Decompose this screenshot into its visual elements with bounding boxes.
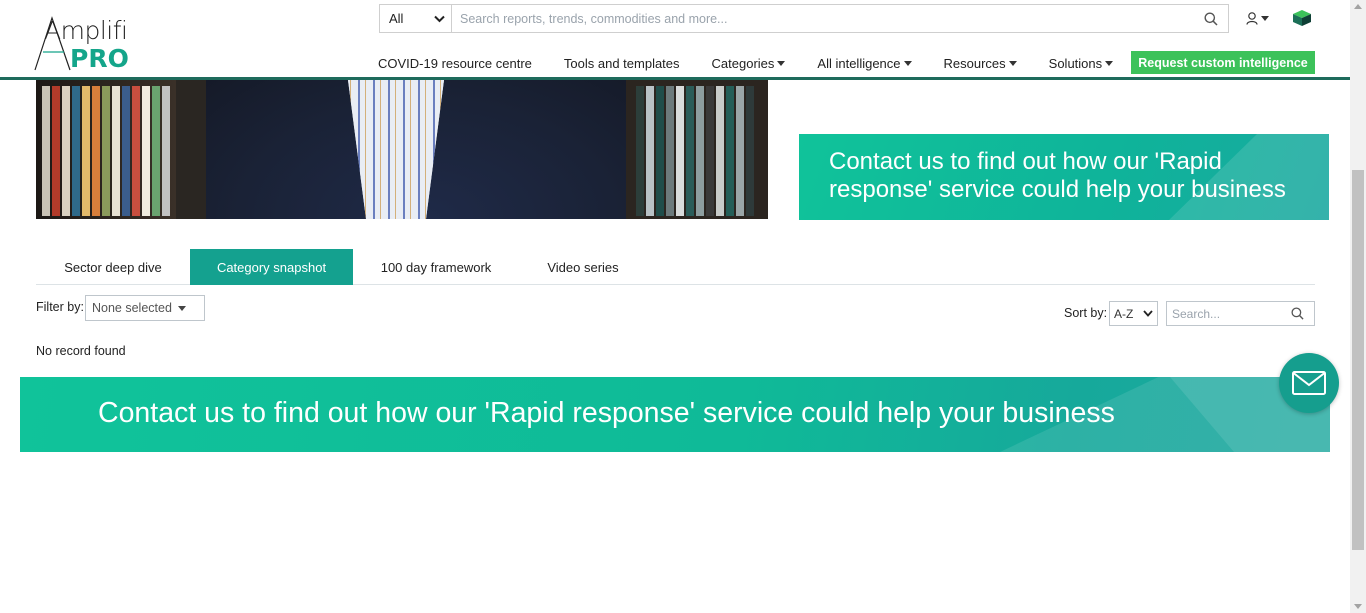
caret-down-icon	[903, 60, 912, 66]
nav-label: Resources	[943, 55, 1006, 71]
search-icon	[1290, 307, 1304, 320]
main-nav: COVID-19 resource centre Tools and templ…	[378, 51, 1145, 75]
logo-text-amplifi: Amplifi	[44, 16, 128, 45]
chevron-down-icon	[1143, 310, 1153, 317]
video-player[interactable]	[36, 80, 768, 219]
search-icon	[1204, 12, 1218, 26]
brand-cube-icon[interactable]	[1292, 9, 1312, 27]
sort-dropdown[interactable]: A-Z	[1109, 301, 1158, 326]
user-menu-button[interactable]	[1246, 8, 1276, 28]
sort-label: Sort by:	[1064, 306, 1108, 320]
caret-down-icon	[777, 60, 786, 66]
scrollbar-thumb[interactable]	[1352, 170, 1364, 550]
caret-down-icon	[178, 305, 186, 311]
nav-label: All intelligence	[817, 55, 901, 71]
caret-down-icon	[1008, 60, 1017, 66]
search-button[interactable]	[1194, 5, 1228, 32]
nav-categories[interactable]: Categories	[712, 56, 786, 71]
contact-mail-button[interactable]	[1279, 353, 1339, 413]
tab-category-snapshot[interactable]: Category snapshot	[190, 249, 353, 285]
caret-down-icon	[1261, 15, 1269, 21]
rapid-response-side-banner[interactable]: Contact us to find out how our 'Rapid re…	[799, 134, 1329, 220]
bookshelf	[42, 86, 170, 216]
page-scrollbar[interactable]	[1350, 0, 1366, 613]
big-banner-text: Contact us to find out how our 'Rapid re…	[98, 397, 1115, 429]
video-frame-background	[36, 80, 176, 219]
global-search-bar: All	[379, 4, 1229, 33]
nav-label: COVID-19 resource centre	[378, 55, 532, 71]
filter-dropdown[interactable]: None selected	[85, 295, 205, 321]
tab-100-day-framework[interactable]: 100 day framework	[353, 249, 519, 285]
nav-solutions[interactable]: Solutions	[1048, 55, 1114, 71]
nav-all-intelligence[interactable]: All intelligence	[817, 55, 912, 71]
filter-dropdown-value: None selected	[92, 301, 172, 315]
tab-video-series[interactable]: Video series	[519, 249, 647, 285]
nav-tools-and-templates[interactable]: Tools and templates	[564, 56, 680, 71]
logo-text-pro: PRO	[70, 44, 129, 73]
empty-results-message: No record found	[36, 344, 126, 358]
results-search-input[interactable]	[1167, 306, 1280, 321]
search-scope-select[interactable]: All	[380, 5, 452, 32]
video-frame-background-right	[626, 80, 768, 219]
request-custom-intelligence-button[interactable]: Request custom intelligence	[1131, 51, 1315, 74]
search-scope-value: All	[389, 11, 404, 26]
global-search-input[interactable]	[452, 5, 1194, 32]
site-header: Amplifi PRO All COVID-19 resource centre…	[0, 0, 1350, 80]
bookshelf	[636, 86, 754, 216]
sort-dropdown-value: A-Z	[1114, 306, 1134, 321]
nav-covid-resource-centre[interactable]: COVID-19 resource centre	[378, 56, 532, 71]
rapid-response-banner[interactable]: Contact us to find out how our 'Rapid re…	[20, 377, 1330, 452]
results-search-box	[1166, 301, 1315, 326]
filter-label: Filter by:	[36, 300, 84, 314]
scroll-up-icon[interactable]	[1354, 4, 1362, 9]
chevron-down-icon	[434, 15, 445, 22]
mail-icon	[1292, 371, 1326, 395]
nav-resources[interactable]: Resources	[944, 56, 1017, 71]
tab-sector-deep-dive[interactable]: Sector deep dive	[36, 249, 190, 285]
caret-down-icon	[1105, 60, 1114, 66]
results-search-button[interactable]	[1280, 307, 1314, 320]
side-banner-text: Contact us to find out how our 'Rapid re…	[829, 148, 1286, 203]
scroll-down-icon[interactable]	[1354, 604, 1362, 609]
user-icon	[1246, 11, 1258, 25]
amplifi-pro-logo[interactable]: Amplifi PRO	[34, 14, 134, 73]
content-tabs: Sector deep dive Category snapshot 100 d…	[36, 249, 1315, 285]
nav-label: Categories	[711, 55, 775, 71]
nav-label: Solutions	[1048, 55, 1103, 71]
nav-label: Tools and templates	[563, 55, 680, 71]
